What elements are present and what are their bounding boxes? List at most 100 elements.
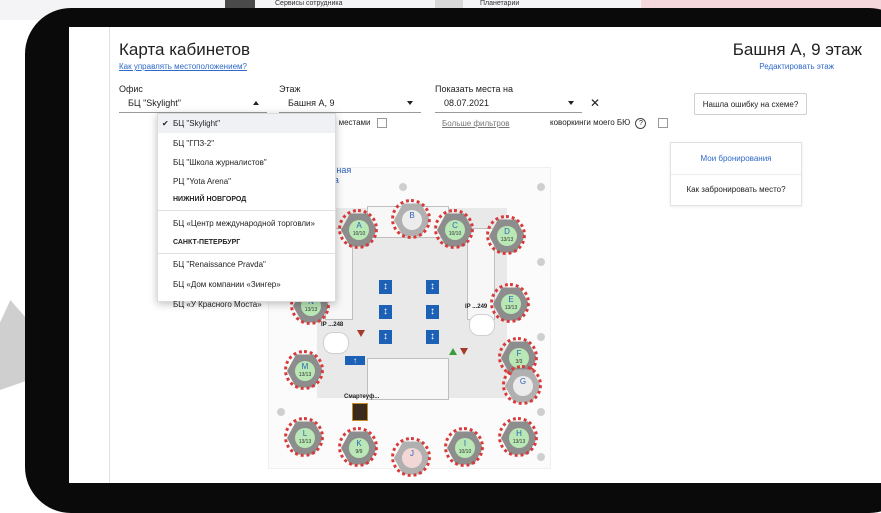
chevron-up-icon xyxy=(253,101,259,105)
cluster-label: G xyxy=(513,376,533,396)
cluster-letter: A xyxy=(356,221,362,230)
office-group-header: САНКТ-ПЕТЕРБУРГ xyxy=(173,239,241,246)
desk-cluster-j[interactable]: J xyxy=(391,437,431,477)
office-option[interactable]: БЦ «Центр международной торговли» xyxy=(158,214,335,234)
tower-floor-title: Башня А, 9 этаж xyxy=(732,40,862,59)
office-label: Офис xyxy=(119,84,143,94)
help-icon[interactable]: ? xyxy=(635,118,647,130)
dropdown-divider xyxy=(158,253,335,254)
date-select[interactable]: 08.07.2021 xyxy=(435,95,582,113)
office-option-skylight[interactable]: ✔ БЦ "Skylight" xyxy=(158,114,335,133)
smart-office-icon[interactable] xyxy=(352,403,368,421)
desk-cluster-e[interactable]: E 13/13 xyxy=(490,283,530,323)
map-pillar xyxy=(537,333,545,341)
how-to-book-link[interactable]: Как забронировать место? xyxy=(671,174,801,205)
desk-cluster-l[interactable]: L 13/13 xyxy=(284,417,324,457)
background-text: Сервисы сотрудника xyxy=(275,0,343,7)
office-select[interactable]: БЦ "Skylight" xyxy=(119,95,267,113)
report-error-button[interactable]: Нашла ошибку на схеме? xyxy=(694,93,807,115)
cluster-letter: F xyxy=(516,349,522,358)
cluster-count: 3/3 xyxy=(515,359,523,365)
elevator-icon: ↕ xyxy=(379,330,392,344)
cluster-count: 10/10 xyxy=(448,231,462,237)
cluster-count: 13/13 xyxy=(512,439,526,445)
desk-cluster-i[interactable]: I 10/10 xyxy=(444,427,484,467)
cluster-letter: C xyxy=(452,221,458,230)
office-group-header: НИЖНИЙ НОВГОРОД xyxy=(173,196,247,203)
cluster-label: K 9/9 xyxy=(349,438,369,458)
cluster-letter: D xyxy=(504,227,510,236)
check-icon: ✔ xyxy=(162,119,169,128)
office-option[interactable]: БЦ "Renaissance Pravda" xyxy=(158,255,335,275)
cluster-letter: J xyxy=(410,449,414,458)
cluster-count: 9/9 xyxy=(355,449,363,455)
map-pillar xyxy=(277,408,285,416)
office-option[interactable]: БЦ "Школа журналистов" xyxy=(158,153,335,172)
date-label: Показать места на xyxy=(435,84,513,94)
cluster-letter: K xyxy=(356,439,362,448)
office-option[interactable]: БЦ «У Красного Моста» xyxy=(158,295,335,315)
coworking-checkbox[interactable] xyxy=(657,118,668,128)
cluster-count: 13/13 xyxy=(500,237,514,243)
stairs-down-icon xyxy=(460,348,468,355)
cluster-letter: E xyxy=(508,295,514,304)
desk-cluster-g[interactable]: G xyxy=(502,365,542,405)
background-text: Планетарии xyxy=(480,0,520,7)
cluster-letter: M xyxy=(301,362,309,371)
more-filters-link[interactable]: Больше фильтров xyxy=(442,119,510,128)
coworking-filter[interactable]: коворкинги моего БЮ ? xyxy=(550,118,668,130)
map-pillar xyxy=(537,453,545,461)
office-option[interactable]: БЦ «Дом компании «Зингер» xyxy=(158,275,335,295)
desk-cluster-m[interactable]: M 13/13 xyxy=(284,350,324,390)
coworking-label: коворкинги моего БЮ xyxy=(550,118,631,128)
help-location-link[interactable]: Как управлять местоположением? xyxy=(119,62,247,71)
cluster-label: D 13/13 xyxy=(497,226,517,246)
cluster-label: A 10/10 xyxy=(349,220,369,240)
floor-select[interactable]: Башня А, 9 xyxy=(279,95,421,113)
desk-cluster-b[interactable]: B xyxy=(391,199,431,239)
map-pillar xyxy=(537,183,545,191)
cluster-count: 13/13 xyxy=(504,305,518,311)
desk-cluster-a[interactable]: A 10/10 xyxy=(338,209,378,249)
cluster-label: E 13/13 xyxy=(501,294,521,314)
only-floors-checkbox[interactable] xyxy=(376,118,387,128)
office-option[interactable]: РЦ "Yota Arena" xyxy=(158,172,335,191)
cluster-count: 10/10 xyxy=(458,449,472,455)
edit-floor-link[interactable]: Редактировать этаж xyxy=(759,62,834,71)
printer-icon[interactable] xyxy=(323,332,349,354)
elevator-icon: ↕ xyxy=(426,330,439,344)
cluster-label: B xyxy=(402,210,422,230)
cluster-label: H 13/13 xyxy=(509,428,529,448)
office-option[interactable]: БЦ "ГПЗ-2" xyxy=(158,134,335,153)
cluster-label: L 13/13 xyxy=(295,428,315,448)
cluster-count: 10/10 xyxy=(352,231,366,237)
map-pillar xyxy=(537,408,545,416)
elevator-up-icon: ↑ xyxy=(345,356,365,365)
stairs-up-icon xyxy=(449,348,457,355)
cluster-letter: B xyxy=(409,211,415,220)
cluster-letter: I xyxy=(463,439,467,448)
cluster-label: J xyxy=(402,448,422,468)
date-select-value: 08.07.2021 xyxy=(444,98,490,108)
dropdown-divider xyxy=(158,210,335,211)
desk-cluster-c[interactable]: C 10/10 xyxy=(434,209,474,249)
chevron-down-icon xyxy=(407,101,413,105)
elevator-icon: ↕ xyxy=(379,305,392,319)
clear-date-icon[interactable]: ✕ xyxy=(590,96,600,110)
tablet-screen: Карта кабинетов Как управлять местополож… xyxy=(69,27,881,483)
stairs-down-icon xyxy=(357,330,365,337)
background-object xyxy=(0,300,26,390)
cluster-label: I 10/10 xyxy=(455,438,475,458)
desk-cluster-k[interactable]: K 9/9 xyxy=(338,427,378,467)
smart-office-label: Смартеуф... xyxy=(344,394,380,400)
cluster-count: 13/13 xyxy=(298,372,312,378)
my-bookings-link[interactable]: Мои бронирования xyxy=(671,143,801,175)
printer-icon[interactable] xyxy=(469,314,495,336)
elevator-icon: ↕ xyxy=(379,280,392,294)
map-pillar xyxy=(537,258,545,266)
elevator-icon: ↕ xyxy=(426,280,439,294)
map-pillar xyxy=(399,183,407,191)
printer-label: IP ...249 xyxy=(465,304,488,310)
desk-cluster-h[interactable]: H 13/13 xyxy=(498,417,538,457)
desk-cluster-d[interactable]: D 13/13 xyxy=(486,215,526,255)
